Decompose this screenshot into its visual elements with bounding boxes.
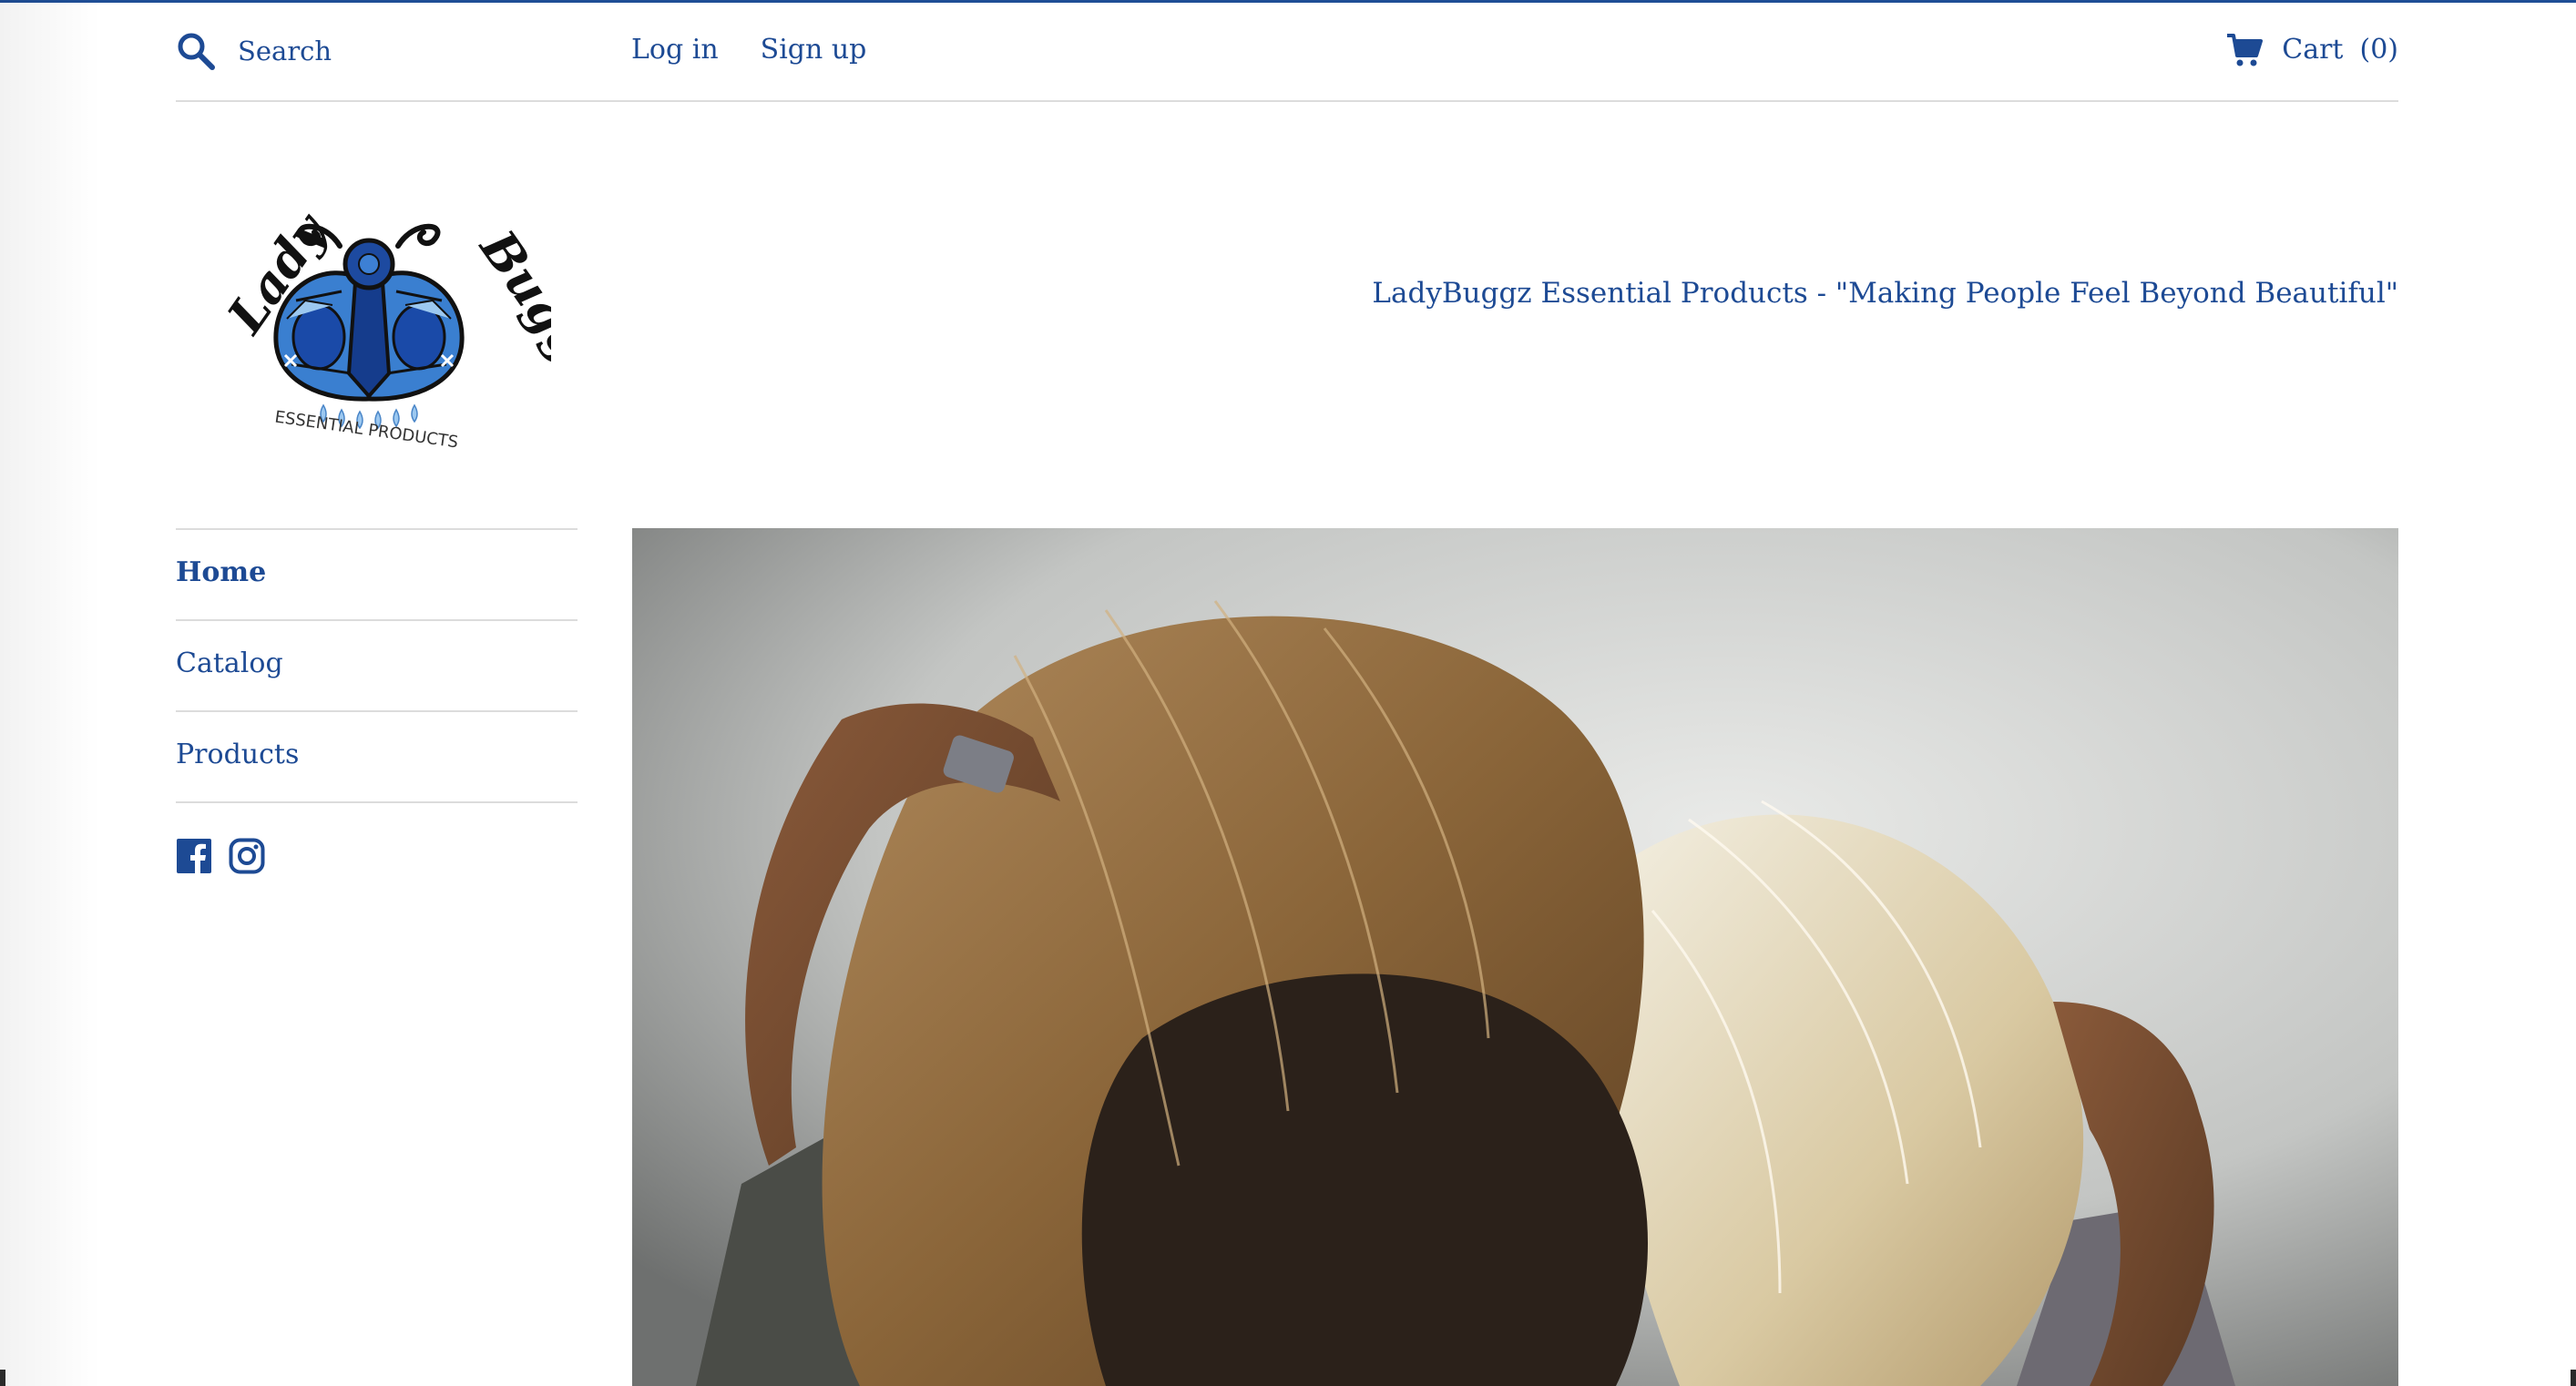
site-logo[interactable]: Lady Buggz ESSENTIAL PRODUCTS bbox=[187, 191, 618, 464]
sidebar-item-catalog[interactable]: Catalog bbox=[176, 619, 578, 710]
cart-icon bbox=[2225, 32, 2282, 68]
sidebar: Home Catalog Products bbox=[176, 528, 578, 874]
social-links bbox=[176, 838, 578, 874]
window-corner-right bbox=[2571, 1370, 2576, 1386]
site-tagline: LadyBuggz Essential Products - "Making P… bbox=[1372, 277, 2398, 310]
sidebar-divider bbox=[176, 801, 578, 803]
page-left-shadow bbox=[0, 0, 100, 1386]
signup-link[interactable]: Sign up bbox=[761, 27, 867, 73]
site-header: Log in Sign up Cart (0) bbox=[176, 0, 2398, 102]
search-form bbox=[176, 25, 566, 76]
cart-count: (0) bbox=[2359, 34, 2399, 66]
sidebar-item-products[interactable]: Products bbox=[176, 710, 578, 801]
cart-link[interactable]: Cart (0) bbox=[2225, 27, 2398, 73]
search-input[interactable] bbox=[238, 36, 566, 66]
facebook-icon[interactable] bbox=[176, 838, 212, 874]
window-corner-left bbox=[0, 1370, 5, 1386]
sidebar-item-home[interactable]: Home bbox=[176, 528, 578, 619]
account-links: Log in Sign up bbox=[631, 27, 866, 73]
svg-text:ESSENTIAL PRODUCTS: ESSENTIAL PRODUCTS bbox=[273, 408, 459, 453]
hero-image bbox=[632, 528, 2398, 1386]
login-link[interactable]: Log in bbox=[631, 27, 719, 73]
instagram-icon[interactable] bbox=[229, 838, 265, 874]
search-icon[interactable] bbox=[176, 31, 216, 71]
svg-text:Buggz: Buggz bbox=[468, 218, 551, 396]
cart-label: Cart bbox=[2282, 34, 2344, 66]
